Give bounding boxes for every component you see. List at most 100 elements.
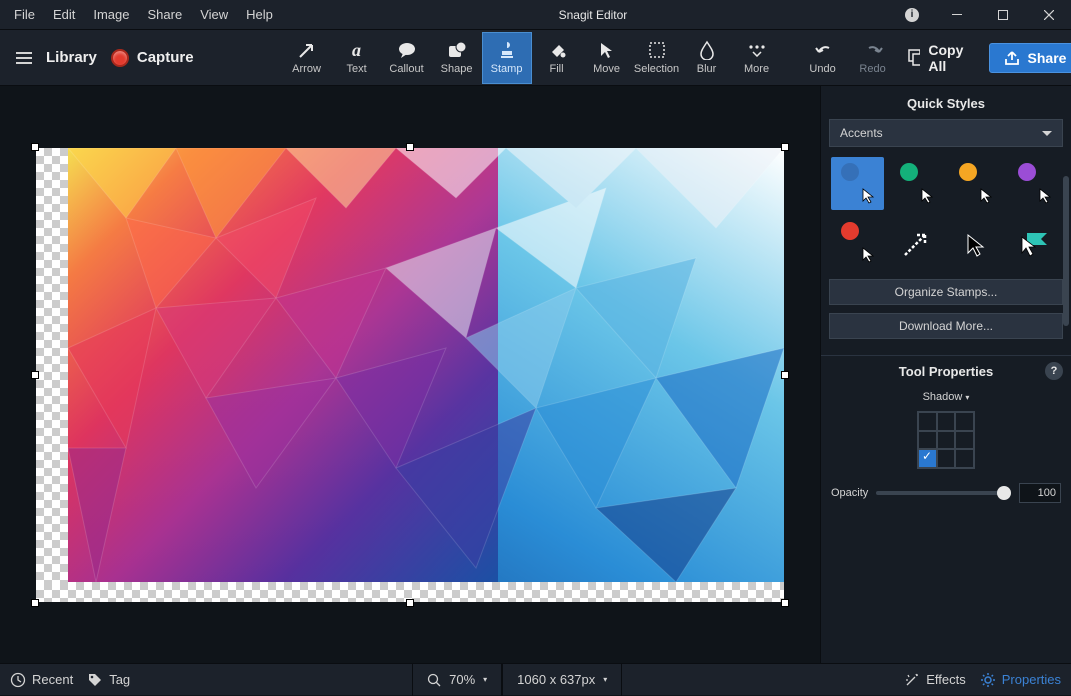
- tool-shape[interactable]: Shape: [432, 32, 482, 84]
- shadow-cell-9[interactable]: [955, 449, 974, 468]
- zoom-control[interactable]: 70% ▾: [412, 664, 502, 696]
- menu-file[interactable]: File: [6, 3, 43, 26]
- tool-shape-label: Shape: [441, 63, 473, 75]
- shadow-dropdown[interactable]: Shadow ▾: [821, 387, 1071, 407]
- quick-styles-title: Quick Styles: [821, 86, 1071, 119]
- info-icon[interactable]: i: [905, 8, 919, 22]
- selection-handle-mr[interactable]: [781, 371, 789, 379]
- effects-button[interactable]: Effects: [904, 672, 966, 688]
- capture-label: Capture: [137, 49, 194, 66]
- tool-arrow[interactable]: Arrow: [282, 32, 332, 84]
- style-category-dropdown[interactable]: Accents: [829, 119, 1063, 147]
- stamp-cursor-purple[interactable]: [1008, 157, 1061, 210]
- menu-help[interactable]: Help: [238, 3, 281, 26]
- stamp-cursor-black[interactable]: [949, 216, 1002, 269]
- recent-button[interactable]: Recent: [10, 672, 73, 688]
- opacity-value-input[interactable]: 100: [1019, 483, 1061, 503]
- selection-handle-bm[interactable]: [406, 599, 414, 607]
- clock-icon: [10, 672, 26, 688]
- selection-handle-bl[interactable]: [31, 599, 39, 607]
- tool-stamp[interactable]: Stamp: [482, 32, 532, 84]
- wand-icon: [904, 672, 920, 688]
- tag-label: Tag: [109, 672, 130, 687]
- opacity-slider[interactable]: [876, 491, 1011, 495]
- tool-selection[interactable]: Selection: [632, 32, 682, 84]
- stamp-cursor-orange[interactable]: [949, 157, 1002, 210]
- tool-blur[interactable]: Blur: [682, 32, 732, 84]
- capture-button[interactable]: Capture: [111, 49, 194, 67]
- tool-fill-label: Fill: [550, 63, 564, 75]
- canvas-viewport[interactable]: [0, 86, 820, 663]
- close-button[interactable]: [1027, 0, 1071, 30]
- undo-label: Undo: [809, 63, 835, 75]
- selection-handle-ml[interactable]: [31, 371, 39, 379]
- hamburger-icon[interactable]: [10, 46, 38, 70]
- main-area: Quick Styles Accents: [0, 86, 1071, 663]
- shadow-cell-3[interactable]: [955, 412, 974, 431]
- selection-handle-tm[interactable]: [406, 143, 414, 151]
- chevron-down-icon: ▾: [603, 675, 607, 684]
- selection-handle-tr[interactable]: [781, 143, 789, 151]
- shadow-cell-5[interactable]: [937, 431, 956, 450]
- maximize-button[interactable]: [981, 0, 1025, 30]
- properties-label: Properties: [1002, 672, 1061, 687]
- menu-edit[interactable]: Edit: [45, 3, 83, 26]
- menu-view[interactable]: View: [192, 3, 236, 26]
- stamp-cursor-red[interactable]: [831, 216, 884, 269]
- chevron-down-icon: [1042, 131, 1052, 136]
- tool-callout[interactable]: Callout: [382, 32, 432, 84]
- shadow-cell-4[interactable]: [918, 431, 937, 450]
- slider-handle[interactable]: [997, 486, 1011, 500]
- shadow-cell-2[interactable]: [937, 412, 956, 431]
- canvas[interactable]: [36, 148, 784, 602]
- share-icon: [1004, 50, 1020, 66]
- tool-move[interactable]: Move: [582, 32, 632, 84]
- tool-more[interactable]: More: [732, 32, 782, 84]
- stamp-cursor-green[interactable]: [890, 157, 943, 210]
- opacity-label: Opacity: [831, 487, 868, 499]
- selection-handle-br[interactable]: [781, 599, 789, 607]
- shadow-cell-6[interactable]: [955, 431, 974, 450]
- fill-icon: [547, 40, 567, 60]
- scrollbar[interactable]: [1063, 176, 1069, 326]
- organize-stamps-button[interactable]: Organize Stamps...: [829, 279, 1063, 305]
- tool-move-label: Move: [593, 63, 620, 75]
- blur-icon: [697, 40, 717, 60]
- effects-label: Effects: [926, 672, 966, 687]
- tool-more-label: More: [744, 63, 769, 75]
- copy-all-button[interactable]: Copy All: [898, 36, 979, 80]
- move-icon: [597, 40, 617, 60]
- tag-button[interactable]: Tag: [87, 672, 130, 688]
- share-button[interactable]: Share: [989, 43, 1071, 73]
- shadow-cell-8[interactable]: [937, 449, 956, 468]
- stamp-arrow-dashed[interactable]: [890, 216, 943, 269]
- download-more-button[interactable]: Download More...: [829, 313, 1063, 339]
- undo-redo-group: Undo Redo: [798, 32, 898, 84]
- help-icon[interactable]: ?: [1045, 362, 1063, 380]
- undo-button[interactable]: Undo: [798, 32, 848, 84]
- menu-share[interactable]: Share: [140, 3, 191, 26]
- shadow-cell-7[interactable]: [918, 449, 937, 468]
- chevron-down-icon: ▾: [483, 675, 487, 684]
- arrow-icon: [297, 40, 317, 60]
- properties-panel: Quick Styles Accents: [820, 86, 1071, 663]
- tool-callout-label: Callout: [389, 63, 423, 75]
- stamp-icon: [497, 40, 517, 60]
- library-button[interactable]: Library: [46, 49, 97, 66]
- canvas-image: [36, 148, 784, 602]
- stamp-cursor-teal-flag[interactable]: [1008, 216, 1061, 269]
- dimensions-control[interactable]: 1060 x 637px ▾: [502, 664, 622, 696]
- selection-handle-tl[interactable]: [31, 143, 39, 151]
- minimize-button[interactable]: [935, 0, 979, 30]
- search-icon: [427, 673, 441, 687]
- tool-text[interactable]: a Text: [332, 32, 382, 84]
- shadow-cell-1[interactable]: [918, 412, 937, 431]
- menu-image[interactable]: Image: [85, 3, 137, 26]
- redo-button[interactable]: Redo: [848, 32, 898, 84]
- tool-text-label: Text: [346, 63, 366, 75]
- stamp-cursor-blue[interactable]: [831, 157, 884, 210]
- properties-button[interactable]: Properties: [980, 672, 1061, 688]
- tool-arrow-label: Arrow: [292, 63, 321, 75]
- tool-fill[interactable]: Fill: [532, 32, 582, 84]
- selection-icon: [647, 40, 667, 60]
